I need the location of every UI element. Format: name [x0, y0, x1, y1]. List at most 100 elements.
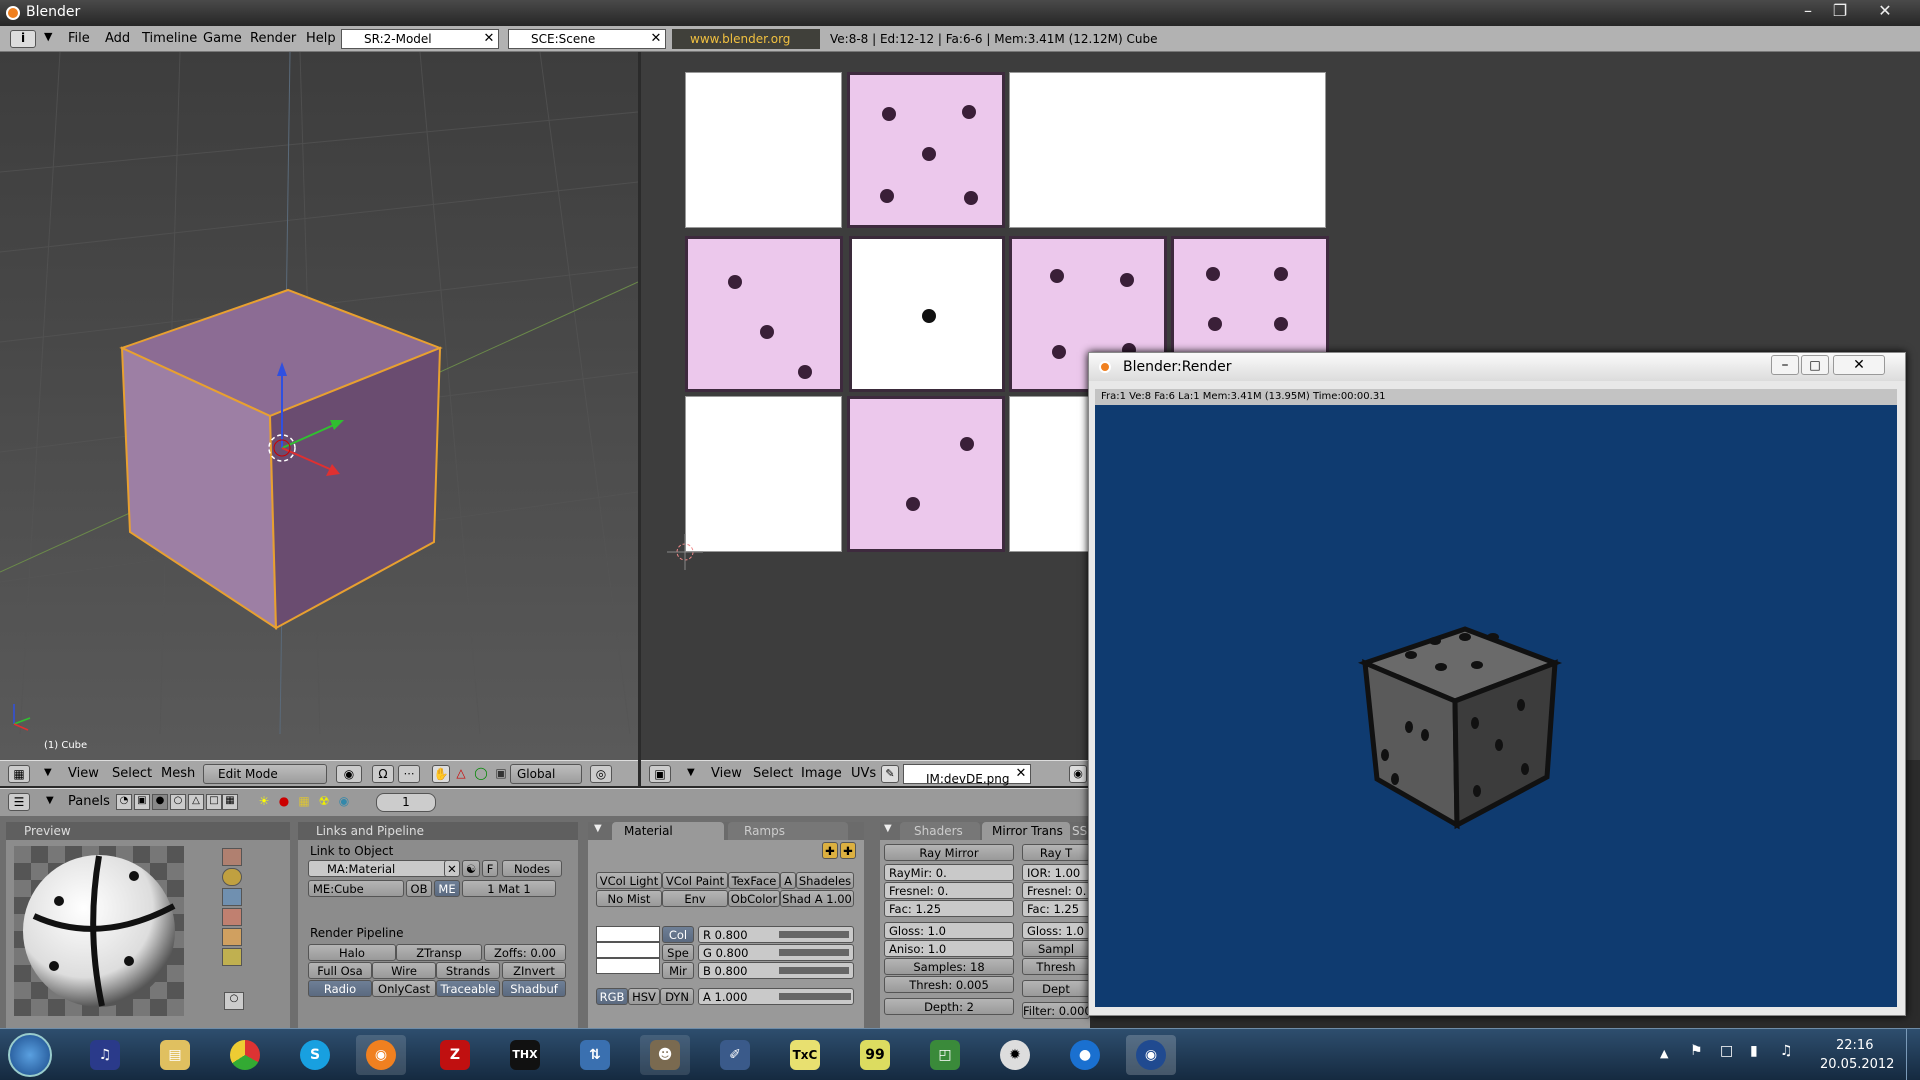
context-world-icon[interactable]: ▦	[222, 794, 238, 810]
trans-samples-field[interactable]: Sampl	[1022, 940, 1090, 957]
samples-field[interactable]: Samples: 18	[884, 958, 1014, 975]
collapse-arrow-icon[interactable]: ▼	[687, 767, 695, 778]
geogebra-icon[interactable]: ◰	[920, 1035, 970, 1075]
texture-icon[interactable]: ▦	[296, 794, 312, 810]
snap-icon[interactable]: ⋯	[398, 765, 420, 783]
collapse-arrow-icon[interactable]: ▼	[46, 795, 54, 806]
zinvert-button[interactable]: ZInvert	[502, 962, 566, 979]
rgb-button[interactable]: RGB	[596, 988, 628, 1005]
spe-button[interactable]: Spe	[662, 944, 694, 961]
clock-time[interactable]: 22:16	[1836, 1038, 1873, 1053]
blender-url[interactable]: www.blender.org 248.1	[672, 29, 820, 66]
translate-manipulator-icon[interactable]: ▣	[492, 765, 510, 783]
vcol-light-button[interactable]: VCol Light	[596, 872, 662, 889]
fake-user-icon[interactable]: ☯	[462, 860, 480, 877]
shading-icon[interactable]: ◉	[336, 765, 362, 783]
menu-add[interactable]: Add	[105, 31, 130, 46]
context-object-icon[interactable]: ○	[170, 794, 186, 810]
onlycast-button[interactable]: OnlyCast	[372, 980, 436, 997]
preview-panel-header[interactable]: Preview	[6, 822, 290, 840]
flag-icon[interactable]: ⚑	[1690, 1043, 1703, 1059]
tab-mirror-trans[interactable]: Mirror Trans	[982, 822, 1070, 840]
tab-ramps[interactable]: Ramps	[728, 822, 848, 840]
paste-material-icon[interactable]: ✚	[840, 842, 856, 859]
notepad-icon[interactable]: 99	[850, 1035, 900, 1075]
context-shading-icon[interactable]: ●	[152, 794, 168, 810]
halo-button[interactable]: Halo	[308, 944, 396, 961]
strands-button[interactable]: Strands	[436, 962, 500, 979]
tray-arrow-icon[interactable]: ▲	[1660, 1047, 1668, 1060]
volume-icon[interactable]: ♫	[1780, 1043, 1793, 1059]
preview-cube-icon[interactable]	[222, 888, 242, 906]
menu-mesh[interactable]: Mesh	[161, 766, 195, 781]
rotate-manipulator-icon[interactable]: △	[452, 765, 470, 783]
texmaker-icon[interactable]: TxC	[780, 1035, 830, 1075]
mode-dropdown[interactable]: Edit Mode	[203, 764, 327, 784]
render-minimize-button[interactable]: –	[1771, 355, 1799, 375]
world-icon[interactable]: ◉	[336, 794, 352, 810]
material-unlink-icon[interactable]: ✕	[444, 860, 460, 877]
render-canvas[interactable]	[1095, 405, 1897, 1007]
render-window[interactable]: Blender:Render – □ ✕ Fra:1 Ve:8 Fa:6 La:…	[1088, 352, 1906, 1016]
trans-fac-slider[interactable]: Fac: 1.25	[1022, 900, 1090, 917]
menu-view[interactable]: View	[711, 766, 742, 781]
buttons-editor-icon[interactable]: ☰	[8, 793, 30, 811]
blender-game-icon[interactable]: ◉	[1126, 1035, 1176, 1075]
col-button[interactable]: Col	[662, 926, 694, 943]
uv-face-two[interactable]	[847, 396, 1005, 552]
uv-face-one[interactable]	[849, 236, 1005, 392]
proportional-edit-icon[interactable]: ◎	[590, 765, 612, 783]
panels-menu[interactable]: Panels	[68, 794, 110, 809]
menu-select[interactable]: Select	[112, 766, 152, 781]
gimp-icon[interactable]: ☻	[640, 1035, 690, 1075]
f-button[interactable]: F	[482, 860, 498, 877]
shadbuf-button[interactable]: Shadbuf	[502, 980, 566, 997]
dyn-button[interactable]: DYN	[660, 988, 694, 1005]
mir-button[interactable]: Mir	[662, 962, 694, 979]
wire-button[interactable]: Wire	[372, 962, 436, 979]
hsv-button[interactable]: HSV	[628, 988, 660, 1005]
red-slider[interactable]: R 0.800	[698, 926, 854, 943]
maximize-button[interactable]: ❐	[1825, 0, 1855, 22]
fresnel-slider[interactable]: Fresnel: 0.	[884, 882, 1014, 899]
preview-sphere-icon[interactable]	[222, 868, 242, 886]
screen-field[interactable]: SR:2-Model ✕	[341, 29, 499, 49]
network-icon[interactable]: ⇅	[570, 1035, 620, 1075]
frame-field[interactable]: 1	[376, 793, 436, 812]
alpha-slider[interactable]: A 1.000	[698, 988, 854, 1005]
raymir-slider[interactable]: RayMir: 0.	[884, 864, 1014, 881]
image-field[interactable]: IM:devDE.png ✕	[903, 764, 1031, 786]
ray-transp-button[interactable]: Ray T	[1022, 844, 1090, 861]
menu-timeline[interactable]: Timeline	[142, 31, 197, 46]
headphones-icon[interactable]: ♫	[80, 1035, 130, 1075]
menu-help[interactable]: Help	[306, 31, 336, 46]
mat-count-field[interactable]: 1 Mat 1	[462, 880, 556, 897]
radiosity-icon[interactable]: ☢	[316, 794, 332, 810]
green-slider[interactable]: G 0.800	[698, 944, 854, 961]
preview-plane-icon[interactable]	[222, 848, 242, 866]
device-icon[interactable]: □	[1720, 1043, 1733, 1059]
image-delete-icon[interactable]: ✕	[1012, 765, 1030, 783]
grid-editor-icon[interactable]: ▦	[8, 765, 30, 783]
film-reel-icon[interactable]: ✹	[990, 1035, 1040, 1075]
mesh-field[interactable]: ME:Cube	[308, 880, 404, 897]
context-editing-icon[interactable]: △	[188, 794, 204, 810]
material-icon[interactable]: ●	[276, 794, 292, 810]
signal-icon[interactable]: ▮	[1750, 1043, 1758, 1059]
menu-image[interactable]: Image	[801, 766, 842, 781]
show-desktop-button[interactable]	[1906, 1029, 1920, 1080]
pin-icon[interactable]: ◉	[1069, 765, 1087, 783]
image-editor-icon[interactable]: ▣	[649, 765, 671, 783]
me-button[interactable]: ME	[434, 880, 460, 897]
menu-uvs[interactable]: UVs	[851, 766, 876, 781]
nodes-button[interactable]: Nodes	[502, 860, 562, 877]
preview-hair-icon[interactable]	[222, 928, 242, 946]
traceable-button[interactable]: Traceable	[436, 980, 500, 997]
filezilla-icon[interactable]: Z	[430, 1035, 480, 1075]
full-osa-button[interactable]: Full Osa	[308, 962, 372, 979]
shadeless-button[interactable]: Shadeles	[796, 872, 854, 889]
aniso-slider[interactable]: Aniso: 1.0	[884, 940, 1014, 957]
filter-field[interactable]: Filter: 0.000	[1022, 1002, 1090, 1019]
ob-button[interactable]: OB	[406, 880, 432, 897]
chrome-icon[interactable]	[220, 1035, 270, 1075]
